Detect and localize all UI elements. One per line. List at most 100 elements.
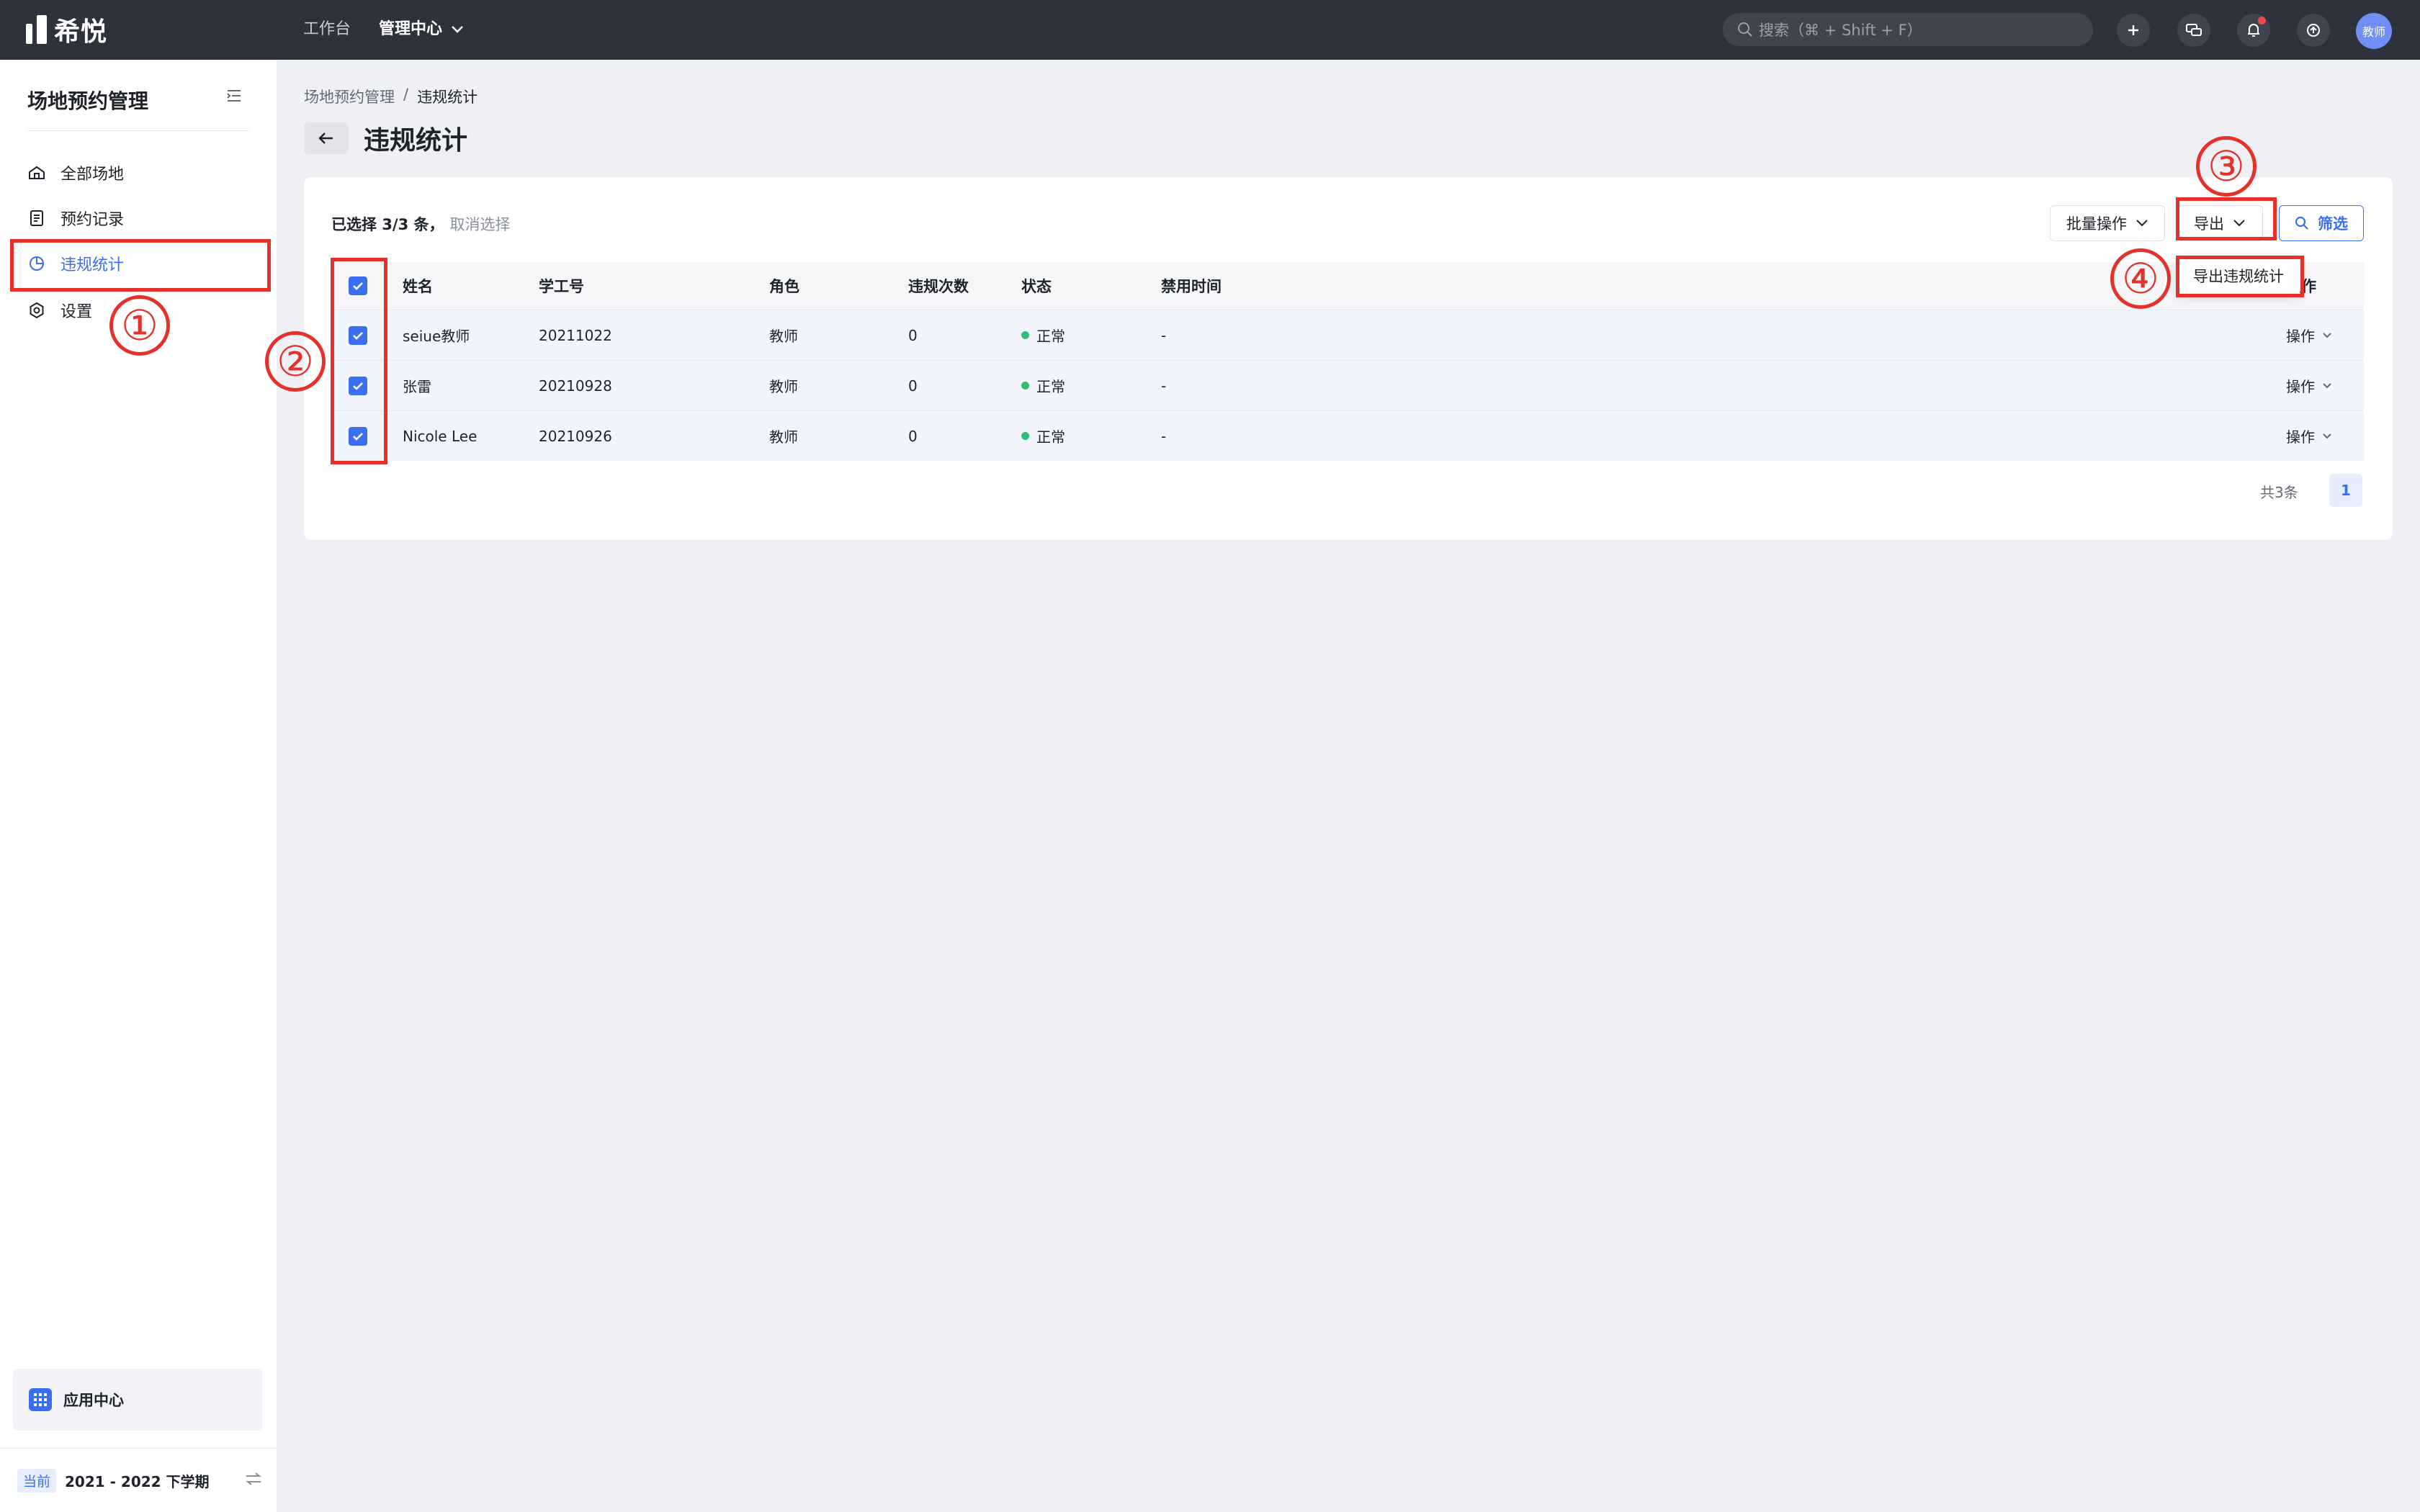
table-header: 姓名 学工号 角色 违规次数 状态 禁用时间 操作 (331, 262, 2364, 310)
global-search-input[interactable]: 搜索（⌘ + Shift + F） (1723, 13, 2093, 46)
sidebar-item-all-venues[interactable]: 全部场地 (10, 150, 266, 196)
cell-role: 教师 (769, 428, 798, 446)
record-icon (27, 209, 46, 228)
annotation-box-2 (331, 258, 387, 464)
table-row: Nicole Lee 20210926 教师 0 正常 - 操作 (331, 410, 2364, 461)
status-dot (1021, 382, 1029, 390)
messages-button[interactable] (2177, 14, 2210, 47)
notification-dot (2258, 17, 2266, 24)
filter-button[interactable]: 筛选 (2279, 205, 2364, 241)
cell-status: 正常 (1021, 361, 1065, 410)
total-count: 共3条 (2260, 484, 2298, 501)
annotation-box-1 (10, 239, 271, 292)
cell-id: 20210926 (539, 427, 612, 445)
brand-name: 希悦 (54, 17, 108, 47)
app-center-label: 应用中心 (63, 1392, 124, 1409)
header-violation-count: 违规次数 (908, 278, 969, 295)
annotation-number-1: ① (109, 295, 170, 356)
upload-icon (2307, 24, 2320, 37)
grid-icon (29, 1388, 52, 1411)
cell-name: 张雷 (403, 378, 431, 395)
add-button[interactable] (2117, 14, 2150, 47)
batch-operations-label: 批量操作 (2066, 215, 2127, 233)
cell-ban-time: - (1161, 427, 1167, 445)
breadcrumb: 场地预约管理 / 违规统计 (304, 86, 478, 107)
search-icon (1738, 22, 1752, 37)
header-ban-time: 禁用时间 (1161, 278, 1222, 295)
search-placeholder: 搜索（⌘ + Shift + F） (1759, 22, 1922, 39)
selection-count: 已选择 3/3 条， (331, 216, 444, 233)
cell-violation-count: 0 (908, 377, 918, 395)
violation-table: 姓名 学工号 角色 违规次数 状态 禁用时间 操作 seiue教师 202110… (331, 262, 2364, 461)
cell-ban-time: - (1161, 326, 1167, 344)
sidebar-item-label: 全部场地 (60, 166, 125, 184)
cell-violation-count: 0 (908, 427, 918, 445)
batch-operations-button[interactable]: 批量操作 (2050, 205, 2165, 241)
notifications-button[interactable] (2237, 14, 2270, 47)
bell-icon (2248, 24, 2259, 37)
back-button[interactable] (304, 122, 349, 154)
current-term-badge: 当前 (17, 1468, 57, 1493)
page-button-current[interactable]: 1 (2329, 474, 2362, 507)
sidebar-item-label: 设置 (60, 303, 93, 321)
top-bar: 希悦 工作台 管理中心 搜索（⌘ + Shift + F） 教师 (0, 0, 2420, 60)
content-card: 已选择 3/3 条， 取消选择 批量操作 导出 筛选 姓名 学工号 角色 违规次数… (304, 177, 2393, 540)
sidebar-title: 场地预约管理 (27, 89, 149, 113)
breadcrumb-parent[interactable]: 场地预约管理 (304, 86, 395, 107)
cell-role: 教师 (769, 378, 798, 395)
sidebar-divider (27, 130, 249, 131)
plus-icon (2128, 25, 2138, 35)
row-operation-dropdown[interactable]: 操作 (2286, 361, 2332, 410)
cell-ban-time: - (1161, 377, 1167, 395)
nav-admin-label: 管理中心 (379, 20, 443, 38)
header-id: 学工号 (539, 278, 584, 295)
nav-workbench[interactable]: 工作台 (303, 17, 351, 42)
cell-status: 正常 (1021, 310, 1065, 360)
chevron-down-icon (2136, 220, 2148, 227)
arrow-left-icon (318, 132, 333, 144)
cell-violation-count: 0 (908, 326, 918, 344)
header-name: 姓名 (403, 278, 433, 295)
operation-label: 操作 (2286, 328, 2315, 345)
sidebar-item-booking-records[interactable]: 预约记录 (10, 195, 266, 241)
cell-id: 20211022 (539, 326, 612, 344)
breadcrumb-current: 违规统计 (417, 89, 478, 106)
header-status: 状态 (1021, 278, 1052, 295)
table-row: seiue教师 20211022 教师 0 正常 - 操作 (331, 310, 2364, 360)
venue-icon (27, 163, 46, 182)
term-selector[interactable]: 当前 2021 - 2022 下学期 (17, 1466, 262, 1495)
selection-info: 已选择 3/3 条， 取消选择 (331, 213, 511, 235)
avatar[interactable]: 教师 (2356, 13, 2392, 49)
cell-role: 教师 (769, 328, 798, 345)
chevron-down-icon (452, 26, 463, 33)
operation-label: 操作 (2286, 378, 2315, 395)
row-operation-dropdown[interactable]: 操作 (2286, 310, 2332, 360)
annotation-number-4: ④ (2110, 248, 2171, 309)
gear-icon (27, 301, 46, 320)
logo-icon (26, 15, 47, 44)
upload-button[interactable] (2297, 14, 2330, 47)
brand-logo[interactable]: 希悦 (26, 13, 108, 47)
page-title: 违规统计 (364, 126, 468, 156)
cell-name: Nicole Lee (403, 427, 478, 445)
collapse-sidebar-icon[interactable] (226, 89, 242, 103)
row-operation-dropdown[interactable]: 操作 (2286, 411, 2332, 461)
sidebar-item-label: 预约记录 (60, 211, 125, 229)
nav-admin-center[interactable]: 管理中心 (379, 17, 464, 42)
cell-status: 正常 (1021, 411, 1065, 461)
status-dot (1021, 331, 1029, 339)
pagination: 共3条 1 (304, 474, 2393, 507)
annotation-box-4 (2176, 256, 2304, 297)
status-text: 正常 (1036, 428, 1065, 446)
cancel-selection-link[interactable]: 取消选择 (450, 216, 511, 233)
cell-id: 20210928 (539, 377, 612, 395)
sidebar-bottom-divider (0, 1448, 277, 1449)
annotation-box-3 (2176, 197, 2277, 240)
switch-icon[interactable] (245, 1472, 262, 1486)
annotation-number-3: ③ (2196, 136, 2257, 197)
app-center-button[interactable]: 应用中心 (13, 1369, 262, 1431)
table-row: 张雷 20210928 教师 0 正常 - 操作 (331, 360, 2364, 410)
header-role: 角色 (769, 278, 799, 295)
operation-label: 操作 (2286, 428, 2315, 446)
breadcrumb-separator: / (403, 86, 409, 103)
